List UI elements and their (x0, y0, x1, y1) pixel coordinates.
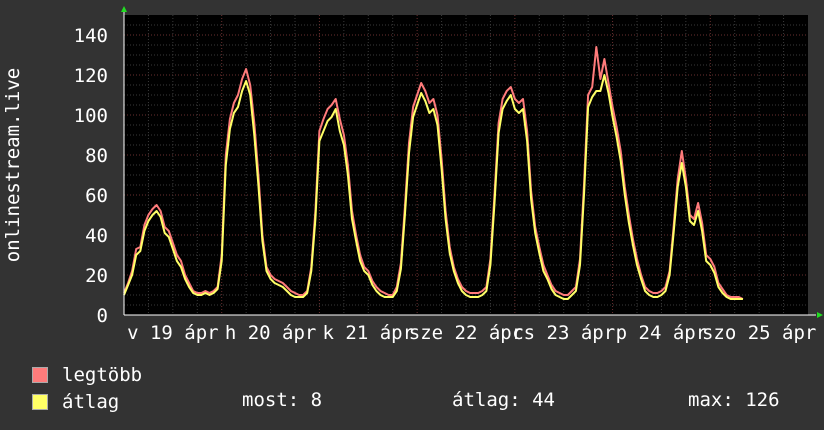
y-tick-label: 80 (85, 145, 108, 167)
legend-item-atlag: átlag (32, 391, 119, 413)
y-tick-label: 40 (85, 225, 108, 247)
x-axis-arrow-icon (817, 312, 823, 318)
x-tick-label: p 24 ápr (616, 322, 708, 344)
x-tick-label: h 20 ápr (225, 322, 317, 344)
y-axis-label: onlinestream.live (2, 68, 24, 262)
legtobb-swatch (32, 367, 48, 383)
legend-label-legtobb: legtöbb (62, 364, 143, 386)
y-tick-label: 0 (97, 305, 108, 327)
y-tick-label: 60 (85, 185, 108, 207)
legend-label-atlag: átlag (62, 391, 120, 413)
y-axis-arrow-icon (121, 6, 127, 12)
stat-current: most: 8 (242, 389, 323, 411)
y-tick-label: 20 (85, 265, 108, 287)
y-tick-label: 120 (74, 65, 108, 87)
y-tick-label: 100 (74, 105, 108, 127)
stat-average: átlag: 44 (452, 389, 555, 411)
x-tick-label: k 21 ápr (323, 322, 415, 344)
x-tick-label: szo 25 ápr (702, 322, 816, 344)
x-tick-label: sze 22 ápr (409, 322, 523, 344)
x-tick-label: cs 23 ápr (512, 322, 615, 344)
stat-max: max: 126 (688, 389, 780, 411)
legend-item-legtobb: legtöbb (32, 364, 142, 386)
atlag-swatch (32, 394, 48, 410)
chart: 0 20 40 60 80 100 120 140 v 19 ápr h 20 ápr k 21 á… (2, 6, 823, 344)
y-tick-label: 140 (74, 25, 108, 47)
x-tick-label: v 19 ápr (127, 322, 219, 344)
